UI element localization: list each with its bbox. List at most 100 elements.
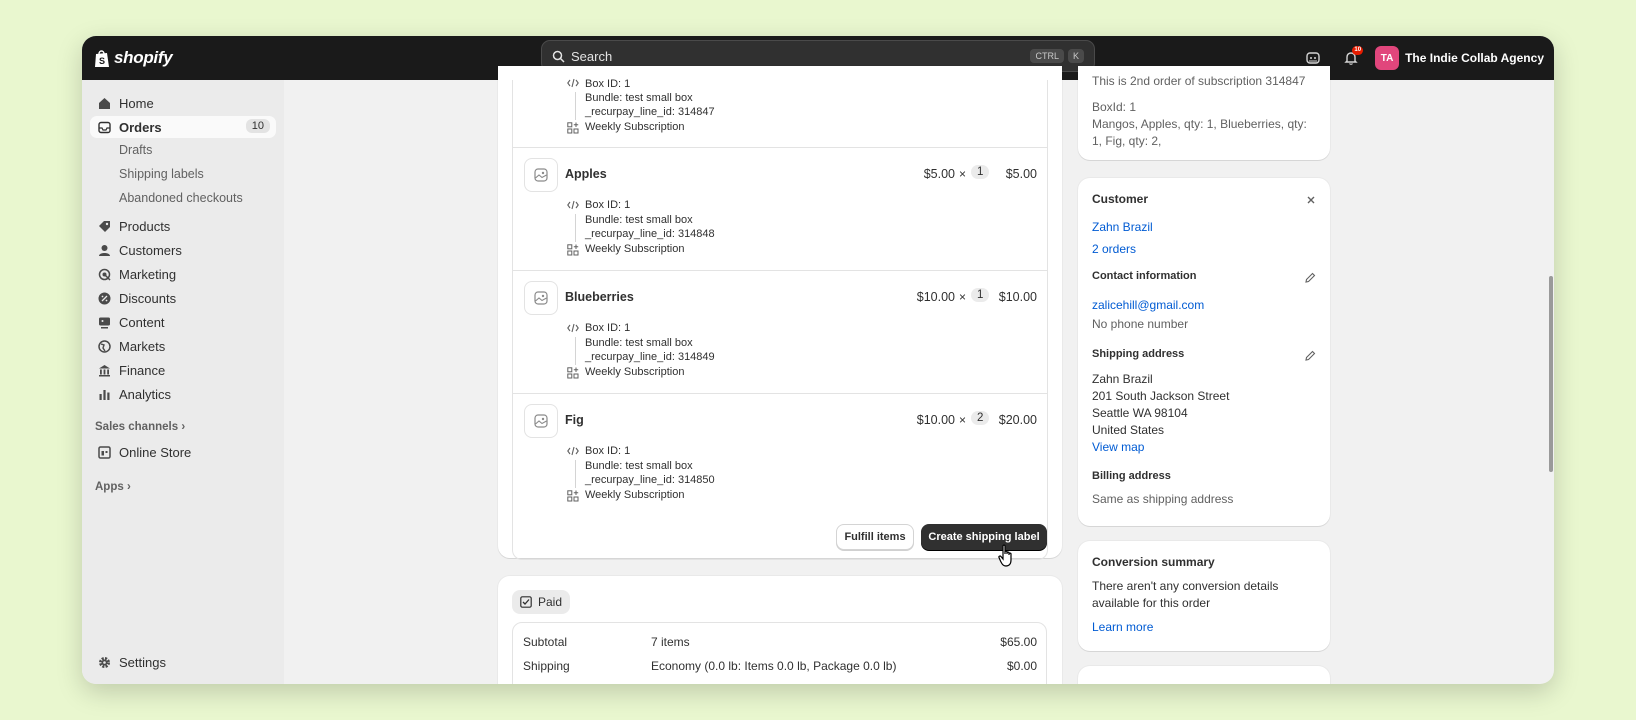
sidebar-item-settings[interactable]: Settings (90, 651, 276, 673)
times-sign: × (959, 167, 967, 181)
item-name[interactable]: Fig (565, 413, 584, 427)
product-image-placeholder[interactable] (524, 281, 558, 315)
sidebar-item-marketing[interactable]: Marketing (90, 263, 276, 285)
sidebar-item-label: Marketing (119, 266, 177, 282)
sidebar-item-drafts[interactable]: Drafts (119, 143, 152, 157)
top-right-actions: 10 TA The Indie Collab Agency (1299, 42, 1544, 74)
pencil-icon[interactable] (1304, 272, 1316, 284)
store-name[interactable]: The Indie Collab Agency (1405, 51, 1544, 65)
shortcut-ctrl: CTRL (1030, 49, 1064, 63)
prop-box-id: Box ID: 1 (585, 78, 631, 90)
sidebar-item-content[interactable]: Content (90, 311, 276, 333)
hand-cursor-icon (998, 544, 1012, 567)
code-icon (567, 446, 579, 456)
item-name[interactable]: Apples (565, 167, 607, 181)
create-shipping-label-button[interactable]: Create shipping label (921, 524, 1047, 550)
next-card-partial (1078, 666, 1330, 684)
sidebar-item-markets[interactable]: Markets (90, 335, 276, 357)
summary-label: Subtotal (523, 635, 568, 649)
prop-divider (575, 460, 576, 488)
sidebar-item-customers[interactable]: Customers (90, 239, 276, 261)
item-name[interactable]: Blueberries (565, 290, 634, 304)
sidebar-item-analytics[interactable]: Analytics (90, 383, 276, 405)
avatar[interactable]: TA (1375, 46, 1400, 70)
prop-box-id: Box ID: 1 (585, 199, 631, 211)
prop-divider (575, 92, 576, 120)
bank-icon (99, 364, 110, 376)
customer-title: Customer (1092, 192, 1149, 206)
code-icon (567, 78, 579, 88)
learn-more-link[interactable]: Learn more (1092, 620, 1153, 634)
sidebar-item-finance[interactable]: Finance (90, 359, 276, 381)
prop-subscription: Weekly Subscription (585, 243, 685, 255)
sidebar-item-label: Content (119, 314, 165, 330)
prop-bundle: Bundle: test small box (585, 214, 693, 226)
sidebar-item-shipping-labels[interactable]: Shipping labels (119, 167, 204, 181)
item-total: $5.00 (1005, 167, 1037, 181)
customer-orders-link[interactable]: 2 orders (1092, 242, 1136, 256)
page-scrollbar[interactable] (1546, 80, 1554, 684)
fulfill-items-button[interactable]: Fulfill items (836, 524, 914, 550)
prop-subscription: Weekly Subscription (585, 121, 685, 133)
orders-icon (98, 121, 111, 133)
summary-amount: $65.00 (1000, 635, 1037, 649)
sidebar-item-online-store[interactable]: Online Store (90, 441, 276, 463)
bar-chart-icon (99, 389, 110, 400)
target-icon (98, 268, 111, 281)
apps-heading[interactable]: Apps › (95, 481, 131, 493)
line-item: Blueberries $10.00 × 1 $10.00 Box ID: 1 … (513, 271, 1047, 394)
checkbox-icon (520, 596, 532, 608)
prop-recurpay: _recurpay_line_id: 314849 (585, 351, 715, 363)
shipping-address-title: Shipping address (1092, 348, 1185, 360)
notes-line: 1, Fig, qty: 2, (1092, 134, 1162, 148)
customer-phone: No phone number (1092, 317, 1189, 331)
notes-line: Mangos, Apples, qty: 1, Blueberries, qty… (1092, 117, 1307, 131)
ship-street: 201 South Jackson Street (1092, 389, 1230, 403)
prop-bundle: Bundle: test small box (585, 460, 693, 472)
customer-name-link[interactable]: Zahn Brazil (1092, 220, 1153, 234)
sidebar-item-label: Markets (119, 338, 166, 354)
person-icon (99, 244, 110, 256)
prop-box-id: Box ID: 1 (585, 445, 631, 457)
payment-status-badge: Paid (512, 590, 571, 614)
contact-info-title: Contact information (1092, 270, 1197, 282)
shopify-logo[interactable]: S shopify (94, 45, 173, 71)
code-icon (567, 323, 579, 333)
product-image-placeholder[interactable] (524, 158, 558, 192)
app-window: S shopify Search CTRL K 10 TA The Indie … (82, 36, 1554, 684)
notification-badge: 10 (1352, 46, 1364, 55)
sidebar-item-label: Customers (119, 242, 182, 258)
ship-name: Zahn Brazil (1092, 372, 1153, 386)
customer-email-link[interactable]: zalicehill@gmail.com (1092, 298, 1204, 312)
orders-count-badge: 10 (245, 119, 270, 133)
view-map-link[interactable]: View map (1092, 440, 1144, 454)
payment-status-label: Paid (538, 595, 563, 609)
sidebar-item-label: Orders (119, 119, 162, 135)
sidebar-item-orders[interactable]: Orders 10 (90, 116, 276, 138)
notifications-button[interactable]: 10 (1337, 44, 1365, 72)
conversion-title: Conversion summary (1092, 555, 1215, 569)
payment-card: Paid Subtotal 7 items $65.00 Shipping Ec… (498, 576, 1062, 684)
sidebar-item-label: Analytics (119, 386, 172, 402)
search-icon (552, 50, 565, 63)
pencil-icon[interactable] (1304, 350, 1316, 362)
prop-divider (575, 337, 576, 365)
times-sign: × (959, 290, 967, 304)
sidebar-item-products[interactable]: Products (90, 215, 276, 237)
ship-country: United States (1092, 423, 1165, 437)
subscription-icon (567, 367, 579, 379)
sales-channels-heading[interactable]: Sales channels › (95, 421, 185, 433)
close-icon[interactable] (1306, 195, 1316, 205)
notes-card: This is 2nd order of subscription 314847… (1078, 66, 1330, 160)
content-icon (99, 317, 110, 328)
scrollbar-thumb[interactable] (1549, 276, 1553, 472)
sidebar-item-abandoned-checkouts[interactable]: Abandoned checkouts (119, 191, 243, 205)
product-image-placeholder[interactable] (524, 404, 558, 438)
sidebar-item-label: Settings (119, 654, 166, 670)
sidebar-item-home[interactable]: Home (90, 92, 276, 114)
summary-label: Shipping (523, 659, 570, 673)
image-icon (534, 291, 548, 305)
sidebar-item-discounts[interactable]: Discounts (90, 287, 276, 309)
billing-address-value: Same as shipping address (1092, 492, 1234, 506)
line-item-partial: Box ID: 1 Bundle: test small box _recurp… (513, 78, 1047, 148)
